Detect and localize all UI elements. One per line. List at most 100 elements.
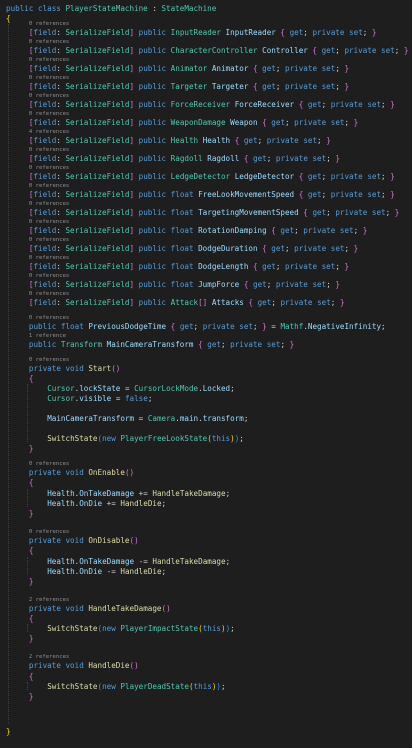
- code-line: }: [0, 444, 412, 454]
- codelens-references[interactable]: 0 references: [0, 255, 412, 262]
- code-token: float: [60, 322, 84, 331]
- code-token: set: [349, 28, 363, 37]
- code-token: ;: [394, 46, 404, 55]
- code-token: this: [211, 434, 231, 443]
- code-token: SerializeField: [65, 154, 130, 163]
- code-line: [field: SerializeField] public Attack[] …: [0, 298, 412, 308]
- code-line: [field: SerializeField] public InputRead…: [0, 28, 412, 38]
- codelens-references[interactable]: 0 references: [0, 273, 412, 280]
- code-token: Mathf: [280, 322, 304, 331]
- code-token: field: [33, 136, 57, 145]
- codelens-references[interactable]: 0 references: [0, 219, 412, 226]
- code-token: {: [28, 614, 34, 623]
- code-token: ;: [220, 340, 231, 349]
- code-token: class: [38, 4, 61, 13]
- code-token: field: [33, 172, 57, 181]
- code-token: Health: [47, 489, 75, 498]
- code-token: Targeter: [211, 82, 249, 91]
- code-line: private void HandleDie(): [0, 661, 412, 671]
- code-token: HandleDie: [88, 661, 130, 670]
- code-line: Health.OnTakeDamage += HandleTakeDamage;: [0, 489, 412, 499]
- code-token: public: [138, 208, 167, 217]
- codelens-references[interactable]: 2 references: [0, 654, 412, 661]
- code-token: set: [367, 190, 382, 199]
- code-token: OnDie: [79, 567, 103, 576]
- code-token: set: [321, 262, 336, 271]
- code-token: ;: [381, 100, 391, 109]
- code-token: public: [138, 262, 167, 271]
- codelens-references[interactable]: 0 references: [0, 21, 412, 28]
- codelens-references[interactable]: 4 references: [0, 129, 412, 136]
- code-token: field: [33, 154, 57, 163]
- code-token: SerializeField: [65, 136, 130, 145]
- code-line: SwitchState(new PlayerImpactState(this))…: [0, 624, 412, 634]
- code-token: }: [28, 634, 34, 643]
- codelens-references[interactable]: 0 references: [0, 39, 412, 46]
- codelens-references[interactable]: 2 references: [0, 597, 412, 604]
- codelens-references[interactable]: 0 references: [0, 147, 412, 154]
- codelens-references[interactable]: 0 references: [0, 75, 412, 82]
- code-line: public class PlayerStateMachine : StateM…: [0, 4, 412, 14]
- code-token: ;: [230, 384, 235, 393]
- code-token: get: [243, 136, 258, 145]
- code-token: +=: [102, 499, 121, 508]
- code-token: Animator: [170, 64, 208, 73]
- code-line: Health.OnDie += HandleDie;: [0, 499, 412, 509]
- code-token: get: [262, 64, 276, 73]
- code-token: field: [33, 82, 57, 91]
- code-token: field: [33, 262, 57, 271]
- code-token: public: [138, 190, 167, 199]
- codelens-references[interactable]: 0 references: [0, 291, 412, 298]
- code-token: private: [280, 298, 313, 307]
- code-token: }: [344, 82, 350, 91]
- code-token: HandleDie: [120, 567, 162, 576]
- codelens-references[interactable]: 0 references: [0, 183, 412, 190]
- codelens-references[interactable]: 0 references: [0, 237, 412, 244]
- code-line: {: [0, 374, 412, 384]
- codelens-references[interactable]: 0 references: [0, 111, 412, 118]
- code-token: PlayerStateMachine: [65, 4, 148, 13]
- code-token: SerializeField: [65, 46, 130, 55]
- codelens-references[interactable]: 0 references: [0, 315, 412, 322]
- code-token: set: [367, 172, 382, 181]
- code-token: Attacks: [211, 298, 244, 307]
- code-token: private: [294, 118, 327, 127]
- code-token: }: [335, 280, 340, 289]
- code-token: get: [271, 118, 286, 127]
- codelens-references[interactable]: 0 references: [0, 357, 412, 364]
- code-token: this: [193, 682, 212, 691]
- code-token: private: [303, 226, 336, 235]
- codelens-references[interactable]: 0 references: [0, 57, 412, 64]
- code-line: private void OnDisable(): [0, 536, 412, 546]
- code-token: HandleTakeDamage: [152, 557, 226, 566]
- code-token: }: [394, 208, 400, 217]
- codelens-references[interactable]: 0 references: [0, 529, 412, 536]
- code-token: Cursor: [47, 384, 75, 393]
- code-token: ;: [280, 340, 290, 349]
- code-token: MainCameraTransform: [106, 340, 194, 349]
- code-editor[interactable]: public class PlayerStateMachine : StateM…: [0, 0, 412, 748]
- code-token: CharacterController: [170, 46, 258, 55]
- codelens-references[interactable]: 1 reference: [0, 333, 412, 340]
- code-token: NegativeInfinity: [307, 322, 382, 331]
- code-token: }: [353, 244, 359, 253]
- code-token: get: [207, 340, 221, 349]
- code-line: [field: SerializeField] public Animator …: [0, 64, 412, 74]
- code-token: ;: [285, 118, 295, 127]
- code-token: ;: [285, 244, 295, 253]
- code-token: }: [403, 46, 409, 55]
- code-token: private: [285, 64, 318, 73]
- code-line: [field: SerializeField] public Health He…: [0, 136, 412, 146]
- code-token: PlayerFreeLookState: [120, 434, 208, 443]
- code-token: OnTakeDamage: [79, 557, 135, 566]
- code-token: private: [28, 468, 61, 477]
- codelens-references[interactable]: 0 references: [0, 201, 412, 208]
- code-token: public: [138, 226, 167, 235]
- codelens-references[interactable]: 0 references: [0, 461, 412, 468]
- code-token: SerializeField: [65, 190, 130, 199]
- code-token: OnEnable: [88, 468, 125, 477]
- codelens-references[interactable]: 0 references: [0, 93, 412, 100]
- code-token: private: [275, 154, 308, 163]
- code-token: ;: [161, 499, 167, 508]
- codelens-references[interactable]: 0 references: [0, 165, 412, 172]
